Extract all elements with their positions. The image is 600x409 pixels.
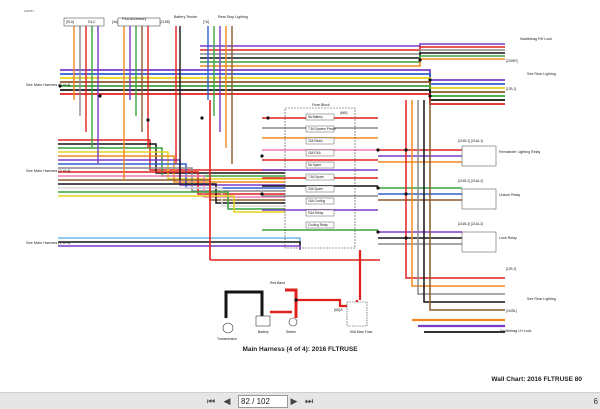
battery-tender-label: Battery Tender (174, 15, 198, 19)
fuse-label: Cooling Relay (308, 223, 328, 227)
fuse-label: P&A Relay (308, 211, 324, 215)
battery-label: Battery (258, 330, 269, 334)
splice-dot (404, 148, 408, 152)
first-page-icon[interactable]: ⏮ (206, 395, 216, 407)
fuse-label: 5A Spare (308, 163, 321, 167)
fuse-block-label: Fuse Block (312, 103, 330, 107)
splice-dot (404, 192, 408, 196)
splice-dot (266, 116, 270, 120)
splice-dot (428, 78, 432, 82)
splice-dot (376, 148, 380, 152)
splice-dot (418, 58, 422, 62)
wire (285, 288, 298, 318)
fuse-label: 7.5A System Power (308, 127, 337, 131)
rh-lock-label: Saddlebag RH Lock (520, 37, 552, 41)
unlock-relay-label: Unlock Relay (499, 193, 520, 197)
fuse-label: 7.5A Spare (308, 175, 324, 179)
wire (226, 290, 264, 316)
splice-dot (376, 186, 380, 190)
fuse-label: 5A Battery (308, 115, 323, 119)
fuse-label: 15A P&A (308, 151, 322, 155)
splice-dot (376, 230, 380, 234)
fuse-block: Fuse Block [64B] 5A Battery 7.5A System P… (284, 103, 356, 249)
wire (58, 245, 301, 250)
zoom-indicator: 6 (593, 397, 598, 406)
fuse-block-code: [64B] (340, 111, 348, 115)
battery-icon (255, 315, 271, 327)
lock-relay-code: [214B-3] [214A-3] (458, 222, 483, 226)
wiring-diagram-page: Fuse Block [64B] 5A Battery 7.5A System P… (0, 0, 600, 392)
splice-dot (404, 236, 408, 240)
splice-dot (260, 154, 264, 158)
pa-accessory-code: [4A] (112, 20, 118, 24)
rear-lighting-label-2: See Rear Lighting (527, 297, 556, 301)
wire (200, 43, 505, 47)
fuse-label: 15A Cooling (308, 199, 325, 203)
starter-icon (288, 317, 298, 327)
starter-label: Starter (286, 330, 297, 334)
top-connectors: [91A] DLC [4A] P&A Accessory [215B] Batt… (63, 15, 248, 27)
document-id: e09767 (24, 9, 35, 13)
last-page-icon[interactable]: ⏭ (304, 395, 314, 407)
transmission-ground-icon (222, 322, 234, 334)
maxi-fuse-label: 50A Maxi Fuse (350, 330, 373, 334)
relay-boxes (461, 145, 497, 253)
left-label-3of4: See Main Harness (3 of 4) (26, 169, 71, 173)
remainder-relay-code: [214B-1] [214A-1] (458, 139, 483, 143)
lock-relay-label: Lock Relay (499, 236, 517, 240)
dlc-code: [91A] (66, 20, 74, 24)
connector-68-label: [68] A (334, 308, 343, 312)
dlc-label: DLC (88, 20, 96, 24)
rear-lighting-label-1: See Rear Lighting (527, 72, 556, 76)
splice-dot (224, 290, 228, 294)
splice-dot (98, 94, 102, 98)
pdf-toolbar: ⏮ ◀ 82 / 102 ▶ ⏭ 6 (0, 392, 600, 409)
rear-stop-label: Rear Stop Lighting (218, 15, 248, 19)
next-page-icon[interactable]: ▶ (289, 395, 299, 407)
rh-lock-code: [210BR] (506, 59, 518, 63)
wire (296, 298, 347, 308)
splice-dot (146, 118, 150, 122)
remainder-relay-label: Remainder Lighting Relay (499, 150, 541, 154)
transmission-label: Transmission (217, 337, 237, 341)
left-label-2of4: See Main Harness (2 of 4) (26, 83, 71, 87)
fuse-label: 20A Radio (308, 139, 323, 143)
lh-lock-label: Saddlebag LH Lock (500, 329, 532, 333)
maxi-fuse-icon (346, 301, 368, 327)
wall-chart-footer: Wall Chart: 2016 FLTRUSE 80 (491, 376, 582, 383)
pa-accessory-label: P&A Accessory (122, 17, 147, 21)
red-band-label: Red Band (270, 281, 285, 285)
fuse-label: 20A Spare (308, 187, 323, 191)
right-component-labels: Saddlebag RH Lock [210BR] See Rear Light… (458, 37, 556, 333)
splice-dot (294, 298, 298, 302)
diagram-title: Main Harness (4 of 4): 2016 FLTRUSE (242, 346, 358, 353)
wiring-diagram: Fuse Block [64B] 5A Battery 7.5A System P… (26, 15, 556, 341)
lh-lock-code: [210BL] (506, 309, 517, 313)
splice-dot (428, 94, 432, 98)
splice-dot (200, 116, 204, 120)
unlock-relay-code: [214B-2] [214A-2] (458, 179, 483, 183)
rear-lighting-code-1: [12B-1] (506, 87, 516, 91)
prev-page-icon[interactable]: ◀ (222, 395, 232, 407)
page-number-input[interactable]: 82 / 102 (238, 395, 288, 408)
rear-lighting-code-2: [12B-2] (506, 267, 516, 271)
left-label-1of4: See Main Harness (1 of 4) (26, 241, 71, 245)
rear-stop-code: [7A] (203, 20, 209, 24)
splice-dot (260, 192, 264, 196)
battery-tender-code: [215B] (160, 20, 170, 24)
